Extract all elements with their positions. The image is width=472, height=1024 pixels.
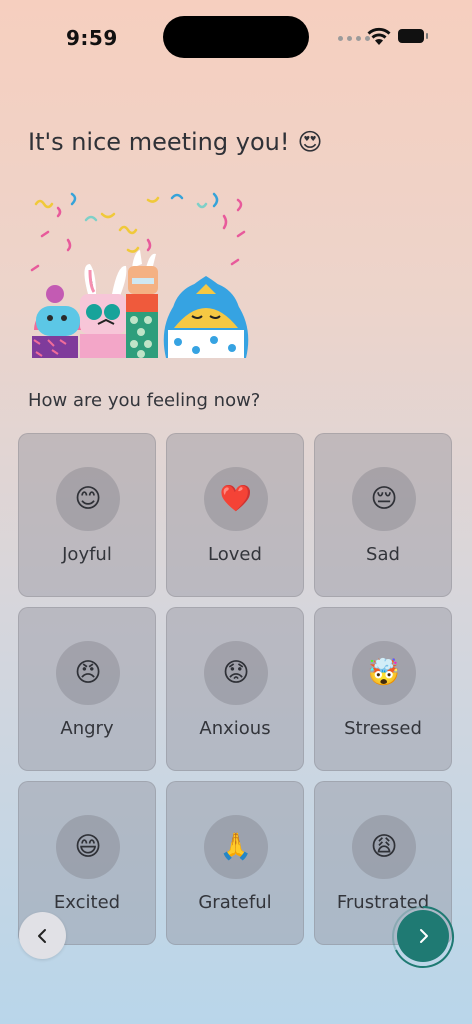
- dynamic-island: [163, 16, 309, 58]
- mood-label: Joyful: [62, 544, 112, 565]
- mood-label: Loved: [208, 544, 262, 565]
- mood-card-grateful[interactable]: 🙏 Grateful: [166, 781, 304, 945]
- worried-face-icon: 😟: [222, 658, 250, 688]
- page-title: It's nice meeting you! 😍: [28, 128, 323, 156]
- weary-face-icon: 😩: [370, 832, 398, 862]
- mood-label: Sad: [366, 544, 400, 565]
- grinning-face-icon: 😄: [74, 832, 102, 862]
- status-bar: 9:59: [0, 0, 472, 70]
- celebration-illustration: [30, 192, 249, 358]
- mood-label: Excited: [53, 892, 121, 913]
- back-button[interactable]: [19, 912, 66, 959]
- mood-card-stressed[interactable]: 🤯 Stressed: [314, 607, 452, 771]
- battery-icon: [398, 29, 428, 43]
- chevron-left-icon: [37, 928, 46, 943]
- mood-label: Stressed: [344, 718, 422, 739]
- wifi-icon: [367, 27, 391, 45]
- mood-question: How are you feeling now?: [28, 390, 261, 411]
- mood-card-sad[interactable]: 😔 Sad: [314, 433, 452, 597]
- mood-label: Grateful: [198, 892, 272, 913]
- heart-eyes-icon: 😍: [297, 128, 323, 156]
- heart-icon: ❤️: [219, 484, 253, 514]
- chevron-right-icon: [420, 929, 428, 943]
- mood-card-joyful[interactable]: 😊 Joyful: [18, 433, 156, 597]
- mood-label: Anxious: [199, 718, 271, 739]
- mood-label: Angry: [60, 718, 114, 739]
- pensive-face-icon: 😔: [370, 484, 398, 514]
- mood-card-loved[interactable]: ❤️ Loved: [166, 433, 304, 597]
- status-time: 9:59: [66, 26, 118, 50]
- exploding-head-icon: 🤯: [367, 658, 401, 688]
- next-button[interactable]: [397, 910, 449, 962]
- folded-hands-icon: 🙏: [219, 832, 253, 862]
- smiling-face-icon: 😊: [74, 484, 102, 514]
- headline-text: It's nice meeting you!: [28, 128, 290, 156]
- angry-face-icon: 😠: [74, 658, 102, 688]
- mood-card-angry[interactable]: 😠 Angry: [18, 607, 156, 771]
- mood-card-anxious[interactable]: 😟 Anxious: [166, 607, 304, 771]
- mood-grid: 😊 Joyful ❤️ Loved 😔 Sad 😠 Angry 😟 Anxiou…: [18, 433, 454, 945]
